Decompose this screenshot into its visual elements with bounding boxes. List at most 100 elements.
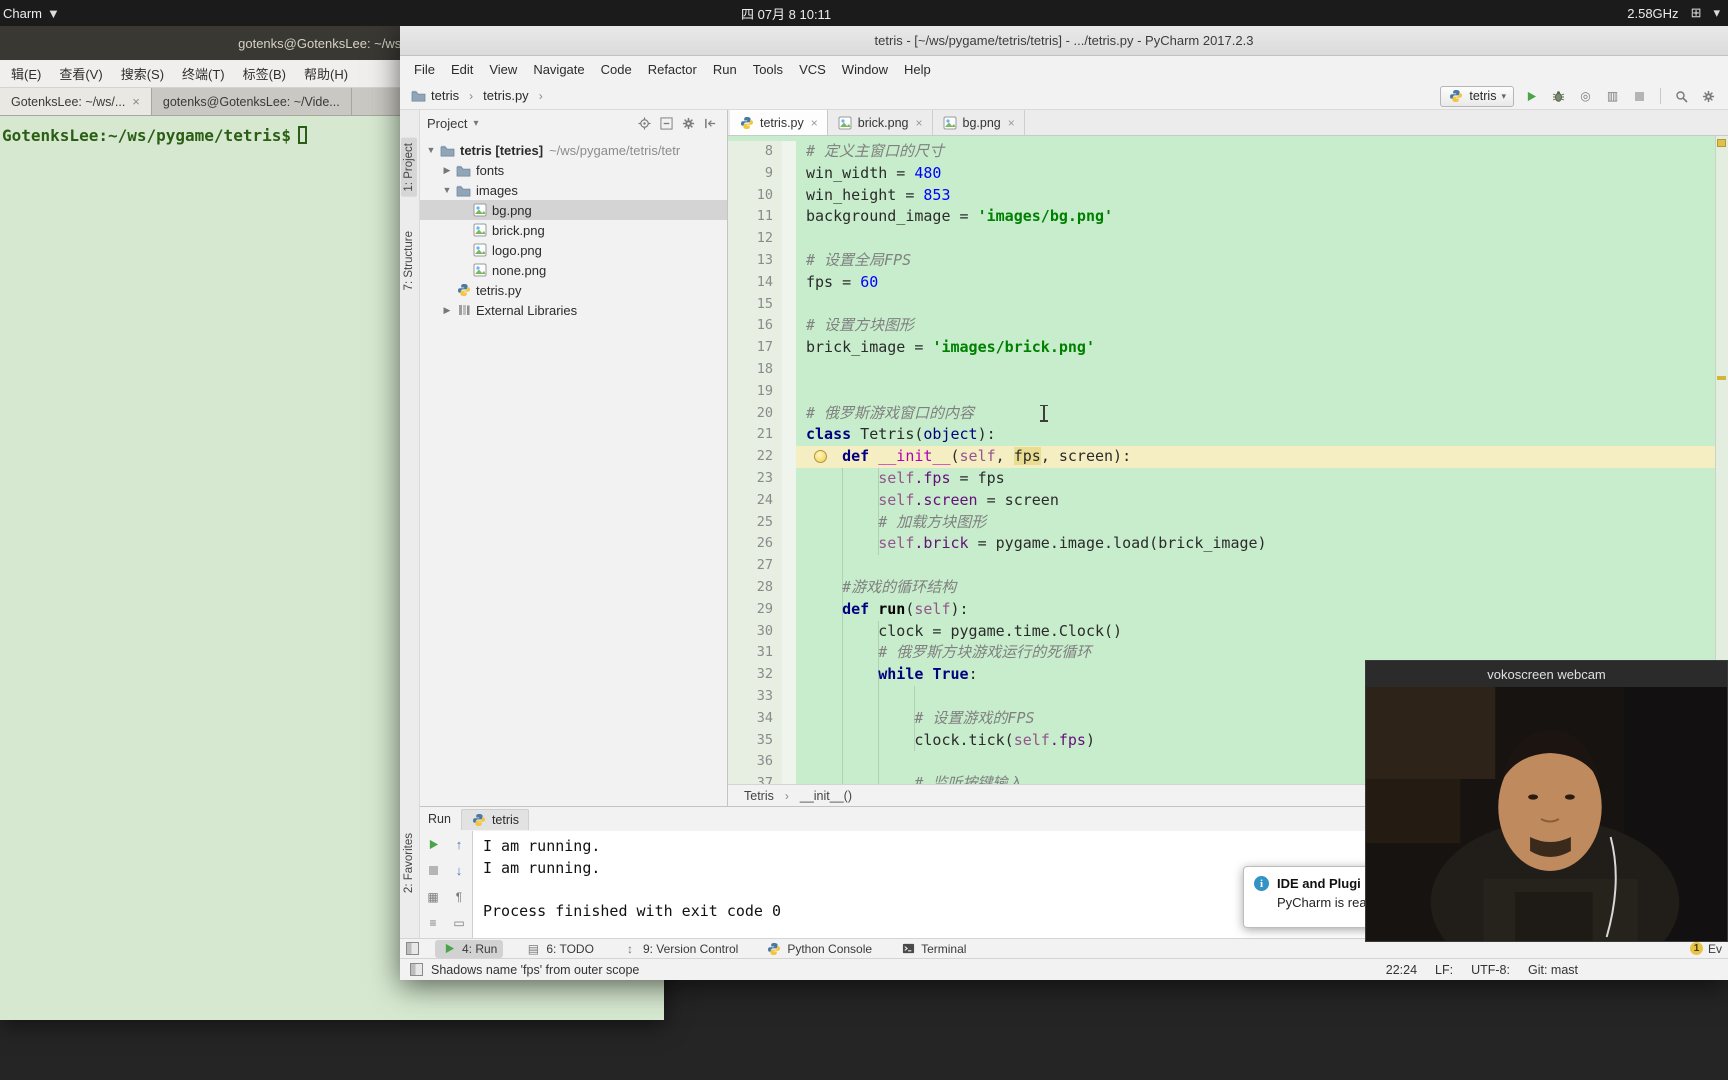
close-icon[interactable]: × (132, 94, 140, 109)
hide-button[interactable] (701, 114, 720, 133)
toolwindow-todo[interactable]: ▤ 6: TODO (519, 940, 600, 958)
line-number[interactable]: 29 (728, 598, 782, 621)
menu-navigate[interactable]: Navigate (525, 62, 592, 77)
menu-help[interactable]: Help (896, 62, 939, 77)
line-number[interactable]: 32 (728, 664, 782, 686)
code-line-11[interactable]: 11 background_image = 'images/bg.png' (728, 206, 1728, 229)
code-line-15[interactable]: 15 (728, 293, 1728, 316)
menu-code[interactable]: Code (593, 62, 640, 77)
coverage-button[interactable]: ◎ (1576, 87, 1595, 106)
tree-item-fonts[interactable]: ▶ fonts (420, 160, 727, 180)
tree-item-logo-png[interactable]: logo.png (420, 240, 727, 260)
down-stack-button[interactable]: ↓ (451, 862, 468, 879)
toolwindow-tab-favorites[interactable]: 2: Favorites (401, 828, 417, 898)
line-number[interactable]: 27 (728, 555, 782, 577)
breadcrumb-class[interactable]: Tetris (744, 789, 774, 803)
breadcrumb-project[interactable]: tetris (431, 88, 459, 103)
line-number[interactable]: 37 (728, 773, 782, 784)
line-number[interactable]: 11 (728, 206, 782, 229)
tree-item-brick-png[interactable]: brick.png (420, 220, 727, 240)
code-line-30[interactable]: 30 clock = pygame.time.Clock() (728, 620, 1728, 643)
breadcrumb-file[interactable]: tetris.py (483, 88, 529, 103)
line-number[interactable]: 34 (728, 707, 782, 730)
line-number[interactable]: 24 (728, 489, 782, 512)
menu-file[interactable]: File (406, 62, 443, 77)
warning-stripe-mark[interactable] (1717, 376, 1726, 380)
line-number[interactable]: 17 (728, 337, 782, 359)
line-number[interactable]: 31 (728, 642, 782, 665)
line-number[interactable]: 25 (728, 511, 782, 534)
rerun-button[interactable] (425, 836, 442, 853)
locate-button[interactable] (635, 114, 654, 133)
breadcrumb-method[interactable]: __init__() (800, 789, 852, 803)
line-number[interactable]: 18 (728, 358, 782, 381)
toolwindow-switcher-icon[interactable] (406, 942, 419, 955)
toolwindow-terminal[interactable]: Terminal (894, 940, 972, 958)
tree-item-root[interactable]: ▼ tetris [tetries] ~/ws/pygame/tetris/tet… (420, 140, 727, 160)
code-line-24[interactable]: 24 self.screen = screen (728, 489, 1728, 512)
tree-item-images[interactable]: ▼ images (420, 180, 727, 200)
pycharm-titlebar[interactable]: tetris - [~/ws/pygame/tetris/tetris] - .… (400, 26, 1728, 56)
git-branch[interactable]: Git: mast (1528, 963, 1578, 977)
inspection-status-icon[interactable] (1717, 139, 1726, 147)
debug-button[interactable] (1549, 87, 1568, 106)
menu-refactor[interactable]: Refactor (640, 62, 705, 77)
line-number[interactable]: 28 (728, 576, 782, 599)
up-stack-button[interactable]: ↑ (451, 836, 468, 853)
code-line-22[interactable]: 22 def __init__(self, fps, screen): (728, 446, 1728, 468)
code-line-19[interactable]: 19 (728, 380, 1728, 403)
stop-button[interactable] (425, 862, 442, 879)
terminal-tab-tab-2[interactable]: gotenks@GotenksLee: ~/Vide... (152, 88, 352, 115)
code-line-27[interactable]: 27 (728, 555, 1728, 577)
app-menu[interactable]: Charm ▼ (3, 6, 60, 21)
status-switcher-icon[interactable] (410, 963, 423, 976)
line-number[interactable]: 9 (728, 162, 782, 185)
clear-console-button[interactable]: ▭ (451, 914, 468, 931)
code-line-21[interactable]: 21 class Tetris(object): (728, 424, 1728, 447)
menu-item-view[interactable]: 查看(V) (50, 64, 111, 83)
menu-vcs[interactable]: VCS (791, 62, 834, 77)
code-line-17[interactable]: 17 brick_image = 'images/brick.png' (728, 337, 1728, 359)
collapse-all-button[interactable] (657, 114, 676, 133)
line-number[interactable]: 33 (728, 685, 782, 708)
line-number[interactable]: 23 (728, 467, 782, 490)
cpu-indicator-icon[interactable]: ⊞ (1691, 5, 1702, 21)
tree-item-none-png[interactable]: none.png (420, 260, 727, 280)
line-number[interactable]: 13 (728, 249, 782, 272)
line-number[interactable]: 14 (728, 271, 782, 294)
code-line-10[interactable]: 10 win_height = 853 (728, 184, 1728, 207)
caret-position[interactable]: 22:24 (1386, 963, 1417, 977)
line-number[interactable]: 20 (728, 402, 782, 425)
run-button[interactable] (1522, 87, 1541, 106)
project-panel-title[interactable]: Project (427, 116, 467, 131)
menu-item-tabs[interactable]: 标签(B) (234, 64, 295, 83)
menu-edit[interactable]: Edit (443, 62, 481, 77)
softwrap-button[interactable]: ¶ (451, 888, 468, 905)
line-number[interactable]: 16 (728, 315, 782, 338)
toolwindow-tab-structure[interactable]: 7: Structure (401, 226, 417, 295)
menu-item-edit[interactable]: 辑(E) (2, 64, 50, 83)
menu-item-help[interactable]: 帮助(H) (295, 64, 357, 83)
code-line-29[interactable]: 29 def run(self): (728, 598, 1728, 621)
code-line-25[interactable]: 25 # 加载方块图形 (728, 511, 1728, 534)
code-line-16[interactable]: 16 # 设置方块图形 (728, 315, 1728, 338)
toolwindow-run[interactable]: 4: Run (435, 939, 504, 958)
line-number[interactable]: 8 (728, 141, 782, 163)
expander-open-icon[interactable]: ▼ (424, 145, 438, 155)
expander-closed-icon[interactable]: ▶ (440, 165, 454, 176)
chevron-down-icon[interactable]: ▾ (473, 118, 478, 129)
tree-item-tetris-py[interactable]: tetris.py (420, 280, 727, 300)
toolwindow-version-control[interactable]: ↕ 9: Version Control (616, 940, 744, 958)
code-line-20[interactable]: 20 # 俄罗斯游戏窗口的内容 (728, 402, 1728, 425)
code-line-18[interactable]: 18 (728, 358, 1728, 381)
status-message[interactable]: Shadows name 'fps' from outer scope (431, 963, 639, 977)
code-line-23[interactable]: 23 self.fps = fps (728, 467, 1728, 490)
line-number[interactable]: 36 (728, 751, 782, 774)
line-number[interactable]: 15 (728, 293, 782, 316)
editor-tab-brick-png[interactable]: brick.png × (828, 110, 933, 135)
restore-layout-button[interactable]: ▦ (425, 888, 442, 905)
code-line-13[interactable]: 13 # 设置全局FPS (728, 249, 1728, 272)
line-ending[interactable]: LF: (1435, 963, 1453, 977)
code-line-12[interactable]: 12 (728, 228, 1728, 250)
code-line-9[interactable]: 9 win_width = 480 (728, 162, 1728, 185)
